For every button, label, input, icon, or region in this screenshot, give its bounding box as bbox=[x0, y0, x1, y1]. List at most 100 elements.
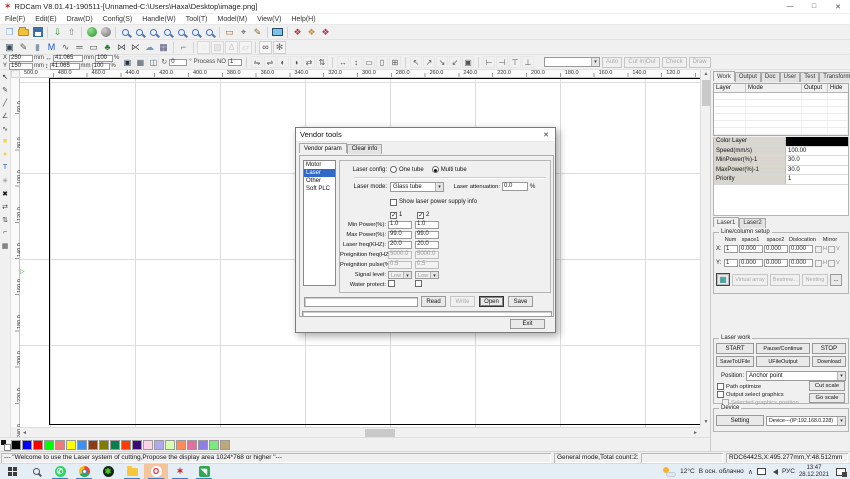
go-scale-button[interactable]: Go scale bbox=[809, 393, 845, 403]
weld-left-icon[interactable]: ⋈ bbox=[115, 41, 128, 54]
auto-button[interactable]: Auto bbox=[601, 56, 623, 68]
palette-color-3[interactable] bbox=[33, 439, 43, 450]
nesting-button[interactable]: Nesting bbox=[802, 273, 828, 286]
device-setting-button[interactable]: Setting bbox=[716, 415, 764, 426]
write-button[interactable]: Write bbox=[450, 296, 475, 307]
laser2-enable-checkbox[interactable] bbox=[417, 211, 424, 219]
anchor-bottom-right-icon[interactable]: ↘ bbox=[435, 56, 448, 68]
same-size-2-icon[interactable]: ▯ bbox=[375, 56, 388, 68]
height-field[interactable]: 41.065 bbox=[49, 62, 80, 70]
align-bottom-icon[interactable]: ⊥ bbox=[521, 56, 534, 68]
weather-text[interactable]: В осн. облачно bbox=[699, 468, 744, 475]
ufile-output-button[interactable]: UFileOutput bbox=[756, 356, 810, 367]
anchor-bottom-left-icon[interactable]: ↙ bbox=[448, 56, 461, 68]
palette-color-15[interactable] bbox=[165, 439, 175, 450]
array-field[interactable]: 0.000 bbox=[764, 259, 788, 267]
check-button[interactable]: Check bbox=[661, 56, 687, 68]
center-icon[interactable]: ⊞ bbox=[388, 56, 401, 68]
zoom-out-icon[interactable] bbox=[147, 26, 160, 39]
param-field-1[interactable]: 1.0 bbox=[388, 220, 412, 229]
y-scale-field[interactable]: 100 bbox=[91, 62, 110, 70]
virtual-array-button[interactable]: Virtual array bbox=[732, 273, 768, 286]
palette-color-19[interactable] bbox=[209, 439, 219, 450]
palette-color-11[interactable] bbox=[121, 439, 131, 450]
clock[interactable]: 13:47 28.12.2021 bbox=[799, 465, 829, 479]
chevron-up-icon[interactable]: ∧ bbox=[748, 468, 753, 476]
weld-right-icon[interactable]: ⋉ bbox=[129, 41, 142, 54]
tab-laser1[interactable]: Laser1 bbox=[713, 217, 740, 227]
anchor-top-left-icon[interactable]: ↖ bbox=[409, 56, 422, 68]
menu-toolt[interactable]: Tool(T) bbox=[181, 16, 213, 23]
mirror-v-checkbox[interactable] bbox=[827, 245, 835, 253]
layer-table-row[interactable] bbox=[714, 114, 848, 121]
multi-tube-radio[interactable] bbox=[431, 166, 439, 173]
menu-helph[interactable]: Help(H) bbox=[286, 16, 320, 23]
segment-icon[interactable]: ═ bbox=[73, 41, 86, 54]
line-tool-icon[interactable]: ╱ bbox=[0, 96, 11, 109]
dialog-close-icon[interactable]: ✕ bbox=[537, 131, 555, 139]
palette-color-10[interactable] bbox=[110, 439, 120, 450]
position-dropdown[interactable]: Anchor point ▾ bbox=[746, 371, 846, 381]
new-file-icon[interactable]: ❐ bbox=[3, 26, 16, 39]
anchor-center-icon[interactable]: ▣ bbox=[461, 56, 474, 68]
param-field-1[interactable]: 20.0 bbox=[388, 240, 412, 249]
palette-color-7[interactable] bbox=[77, 439, 87, 450]
layer-table-row[interactable] bbox=[714, 121, 848, 128]
array-field[interactable]: 0.000 bbox=[739, 245, 763, 253]
vertical-bar-icon[interactable]: ▮ bbox=[31, 41, 44, 54]
corner-icon[interactable]: ⌐ bbox=[177, 41, 190, 54]
align-right-icon[interactable]: ⊣ bbox=[495, 56, 508, 68]
search-button[interactable] bbox=[24, 464, 48, 479]
palette-color-17[interactable] bbox=[187, 439, 197, 450]
menu-viewv[interactable]: View(V) bbox=[252, 16, 286, 23]
tab-work[interactable]: Work bbox=[713, 71, 735, 81]
simulate-run-icon[interactable]: ❖ bbox=[305, 26, 318, 39]
language-indicator[interactable]: РУС bbox=[782, 468, 795, 475]
param-field-2[interactable]: 0.5 bbox=[415, 260, 439, 269]
property-row[interactable]: MinPower(%)-1 30.0 bbox=[714, 156, 848, 166]
cut-inout-button[interactable]: Cut In|Out bbox=[624, 56, 660, 68]
palette-color-9[interactable] bbox=[99, 439, 109, 450]
array-field[interactable]: 0.000 bbox=[789, 259, 813, 267]
curve-tool-icon[interactable]: ∿ bbox=[0, 122, 11, 135]
signal-level-dropdown-2[interactable]: Low ▾ bbox=[415, 270, 439, 279]
save-to-ufile-button[interactable]: SaveToUFile bbox=[716, 356, 754, 367]
same-size-icon[interactable]: ▭ bbox=[362, 56, 375, 68]
glasses-icon[interactable]: ∞ bbox=[259, 40, 272, 54]
mirror-v-tool-icon[interactable]: ⇅ bbox=[0, 213, 11, 226]
opera-icon[interactable]: O bbox=[144, 463, 168, 479]
tab-doc[interactable]: Doc bbox=[760, 72, 780, 82]
polyline-tool-icon[interactable]: ∠ bbox=[0, 109, 11, 122]
palette-color-12[interactable] bbox=[132, 439, 142, 450]
show-power-info-checkbox[interactable] bbox=[390, 198, 397, 206]
mirror-v-checkbox[interactable] bbox=[827, 259, 835, 267]
palette-color-4[interactable] bbox=[44, 439, 54, 450]
mirror-h-icon[interactable]: ⇄ bbox=[302, 56, 315, 68]
property-row[interactable]: Speed(mm/s) 100.00 bbox=[714, 146, 848, 156]
mirror-h-checkbox[interactable] bbox=[815, 259, 822, 267]
offset-tool-icon[interactable]: ⌐ bbox=[0, 226, 11, 239]
tab-laser2[interactable]: Laser2 bbox=[739, 218, 766, 228]
horizontal-scrollbar[interactable]: ◄ ► bbox=[20, 427, 700, 437]
curve-icon[interactable]: ∿ bbox=[59, 41, 72, 54]
palette-color-14[interactable] bbox=[154, 439, 164, 450]
array-field[interactable]: 0.000 bbox=[764, 245, 788, 253]
position-tool-icon[interactable]: ⌖ bbox=[237, 26, 250, 39]
category-softplc[interactable]: Soft PLC bbox=[304, 185, 335, 193]
tab-output[interactable]: Output bbox=[734, 72, 761, 82]
simulate-stop-icon[interactable]: ❖ bbox=[319, 26, 332, 39]
property-row[interactable]: Color Layer bbox=[714, 137, 848, 147]
bestrew-button[interactable]: Bestrew... bbox=[770, 273, 800, 286]
ellipse-tool-icon[interactable]: ● bbox=[0, 148, 11, 161]
tab-user[interactable]: User bbox=[779, 72, 801, 82]
cut-scale-button[interactable]: Cut scale bbox=[809, 381, 845, 391]
zoom-selection-icon[interactable] bbox=[161, 26, 174, 39]
notes-icon[interactable]: ◥ bbox=[192, 464, 216, 479]
import-file-icon[interactable]: ⇩ bbox=[51, 26, 64, 39]
param-field-2[interactable]: 5000.0 bbox=[415, 250, 439, 259]
dialog-tab-clearinfo[interactable]: Clear info bbox=[346, 144, 383, 154]
open-button[interactable]: Open bbox=[479, 296, 504, 307]
stop-button[interactable]: STOP bbox=[812, 343, 846, 354]
mirror-v-icon[interactable]: ⇅ bbox=[315, 56, 328, 68]
dialog-titlebar[interactable]: Vendor tools ✕ bbox=[296, 128, 555, 142]
